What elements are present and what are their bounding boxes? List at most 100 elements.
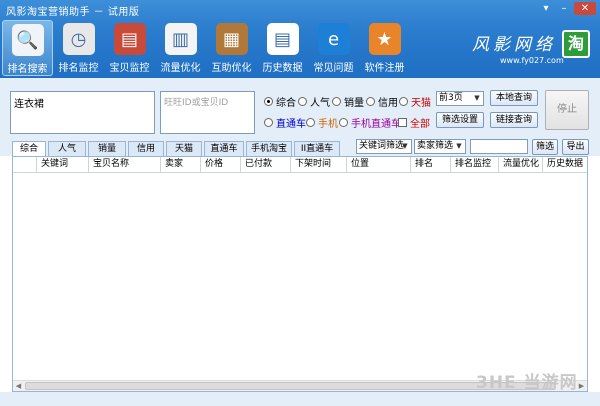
shop-id-input[interactable]: 旺旺ID或宝贝ID — [160, 91, 255, 134]
platform-option-label: 直通车 — [276, 119, 306, 130]
column-header[interactable]: 宝贝名称 — [89, 157, 161, 173]
filter-button[interactable]: 筛选 — [532, 139, 558, 155]
minimize-button[interactable]: – — [556, 2, 572, 15]
keyword-filter-select[interactable]: 关键词筛选 ▼ — [356, 139, 412, 154]
all-checkbox[interactable]: 全部 — [398, 115, 430, 130]
clock-icon: ◷ — [62, 23, 95, 55]
platform-option-ztc[interactable]: 直通车 — [264, 115, 306, 130]
toolbar-item-1[interactable]: ◷ 排名监控 — [53, 20, 104, 76]
link-query-button[interactable]: 链接查询 — [490, 112, 538, 128]
ie-icon: e — [317, 23, 350, 55]
tab-mobile-taobao[interactable]: 手机淘宝 — [246, 141, 292, 156]
radio-icon — [306, 118, 315, 127]
toolbar-item-label: 宝贝监控 — [109, 63, 150, 74]
keyword-input[interactable]: 连衣裙 — [10, 91, 155, 134]
sort-option-label: 综合 — [276, 98, 296, 109]
column-header[interactable]: 位置 — [347, 157, 411, 173]
column-header[interactable]: 下架时间 — [291, 157, 347, 173]
seller-filter-value: 卖家筛选 — [417, 141, 454, 151]
sort-option-label: 人气 — [310, 98, 330, 109]
seller-filter-select[interactable]: 卖家筛选 ▼ — [414, 139, 466, 154]
toolbar-item-label: 排名监控 — [58, 63, 99, 74]
checkbox-icon — [398, 118, 407, 127]
radio-icon — [298, 97, 307, 106]
sort-option-credit[interactable]: 信用 — [366, 94, 398, 109]
tab-ii-ztc[interactable]: II直通车 — [294, 141, 340, 156]
tab-comprehensive[interactable]: 综合 — [12, 141, 46, 157]
tab-ztc[interactable]: 直通车 — [204, 141, 244, 156]
filter-settings-button[interactable]: 筛选设置 — [436, 112, 484, 128]
books-icon: ▤ — [113, 23, 146, 55]
window-title: 风影淘宝营销助手 － 试用版 — [6, 7, 140, 18]
toolbar-item-label: 排名搜索 — [7, 64, 48, 75]
chevron-down-icon: ▼ — [456, 142, 462, 150]
close-button[interactable]: ✕ — [574, 2, 596, 15]
toolbar-item-3[interactable]: ▥ 流量优化 — [155, 20, 206, 76]
watermark: 3HE 当游网 — [476, 373, 578, 393]
radio-icon — [339, 118, 348, 127]
column-header[interactable]: 历史数据 — [543, 157, 587, 173]
toolbar-item-label: 互助优化 — [211, 63, 252, 74]
window-controls: ▾ – ✕ — [538, 2, 596, 15]
toolbar-item-5[interactable]: ▤ 历史数据 — [257, 20, 308, 76]
header-bar: 风影淘宝营销助手 － 试用版 ▾ – ✕ 🔍 排名搜索 ◷ 排名监控 ▤ 宝贝监控 ▥ 流量优… — [0, 0, 600, 78]
platform-option-mobile[interactable]: 手机 — [306, 115, 338, 130]
toolbar-item-7[interactable]: ★ 软件注册 — [359, 20, 410, 76]
logo-text: 风影网络 — [472, 35, 556, 55]
tab-credit[interactable]: 信用 — [128, 141, 164, 156]
results-table[interactable]: 关键词 宝贝名称 卖家 价格 已付款 下架时间 位置 排名 排名监控 流量优化 历史数据 ◀ ▶ — [12, 156, 588, 392]
sort-option-popularity[interactable]: 人气 — [298, 94, 330, 109]
platform-option-mobile-ztc[interactable]: 手机直通车 — [339, 115, 401, 130]
sort-option-label: 天猫 — [411, 98, 431, 109]
export-button[interactable]: 导出 — [562, 139, 589, 155]
toolbar-item-2[interactable]: ▤ 宝贝监控 — [104, 20, 155, 76]
pages-select[interactable]: 前3页 ▼ — [436, 91, 484, 106]
sort-option-label: 销量 — [344, 98, 364, 109]
result-tabs-row: 综合 人气 销量 信用 天猫 直通车 手机淘宝 II直通车 关键词筛选 ▼ 卖家… — [0, 134, 600, 157]
clipboard-icon: ▦ — [215, 23, 248, 55]
sort-option-sales[interactable]: 销量 — [332, 94, 364, 109]
filter-text-input[interactable] — [470, 139, 528, 154]
column-header[interactable]: 价格 — [201, 157, 241, 173]
column-header[interactable] — [13, 157, 37, 173]
column-header[interactable]: 卖家 — [161, 157, 201, 173]
main-toolbar: 🔍 排名搜索 ◷ 排名监控 ▤ 宝贝监控 ▥ 流量优化 ▦ 互助优化 ▤ 历史数据 e 常见问题 ★ 软件注册 — [2, 20, 410, 76]
keyword-filter-value: 关键词筛选 — [359, 141, 405, 151]
status-bar — [0, 392, 600, 406]
company-logo: 风影网络 www.fy027.com — [472, 30, 564, 65]
toolbar-item-label: 流量优化 — [160, 63, 201, 74]
document-icon: ▤ — [266, 23, 299, 55]
column-header[interactable]: 流量优化 — [499, 157, 543, 173]
chevron-down-icon: ▼ — [474, 94, 480, 102]
radio-icon — [366, 97, 375, 106]
column-header[interactable]: 排名监控 — [451, 157, 499, 173]
toolbar-item-4[interactable]: ▦ 互助优化 — [206, 20, 257, 76]
column-header[interactable]: 已付款 — [241, 157, 291, 173]
table-header: 关键词 宝贝名称 卖家 价格 已付款 下架时间 位置 排名 排名监控 流量优化 历史数据 — [13, 157, 587, 173]
column-header[interactable]: 排名 — [411, 157, 451, 173]
radio-icon — [264, 118, 273, 127]
platform-option-label: 手机 — [318, 119, 338, 130]
chevron-down-icon: ▼ — [402, 142, 408, 150]
toolbar-item-6[interactable]: e 常见问题 — [308, 20, 359, 76]
toolbar-item-0[interactable]: 🔍 排名搜索 — [2, 20, 53, 76]
tab-tmall[interactable]: 天猫 — [166, 141, 202, 156]
column-header[interactable]: 关键词 — [37, 157, 89, 173]
radio-icon — [264, 97, 273, 106]
search-controls: 连衣裙 旺旺ID或宝贝ID 综合 人气 销量 信用 天猫 直通车 手机 手机直通… — [0, 78, 600, 134]
stop-button[interactable]: 停止 — [545, 90, 589, 130]
sort-option-tmall[interactable]: 天猫 — [399, 94, 431, 109]
sort-option-label: 信用 — [378, 98, 398, 109]
toolbar-item-label: 历史数据 — [262, 63, 303, 74]
magnifier-icon: 🔍 — [11, 24, 44, 56]
skin-menu-button[interactable]: ▾ — [538, 2, 554, 15]
scroll-left-icon[interactable]: ◀ — [13, 381, 24, 391]
sort-option-comprehensive[interactable]: 综合 — [264, 94, 296, 109]
tab-sales[interactable]: 销量 — [88, 141, 126, 156]
platform-option-label: 手机直通车 — [351, 119, 401, 130]
local-query-button[interactable]: 本地查询 — [490, 90, 538, 106]
tab-popularity[interactable]: 人气 — [48, 141, 86, 156]
taobao-icon[interactable]: 淘 — [562, 30, 590, 58]
bar-chart-icon: ▥ — [164, 23, 197, 55]
radio-icon — [332, 97, 341, 106]
